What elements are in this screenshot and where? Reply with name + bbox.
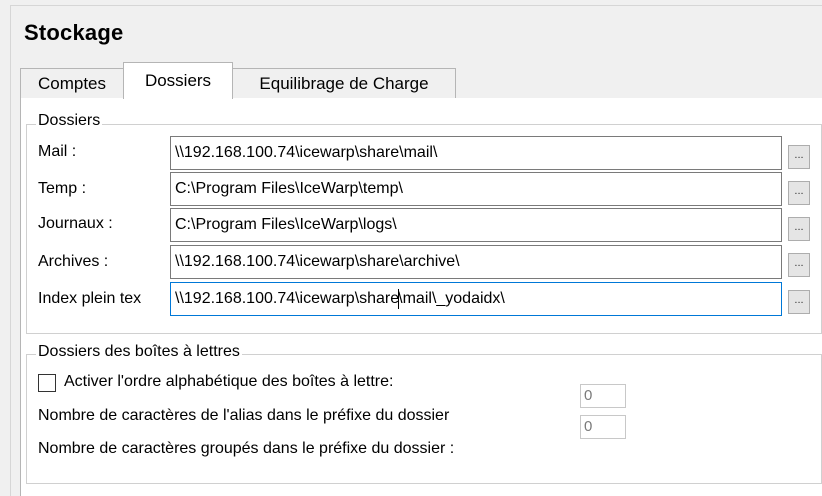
- window-frame-top: [10, 5, 822, 6]
- tab-dossiers[interactable]: Dossiers: [123, 62, 233, 99]
- grouped-chars-input[interactable]: 0: [580, 415, 626, 439]
- window-frame-left: [10, 5, 11, 496]
- page-title: Stockage: [24, 20, 124, 45]
- logs-path-input[interactable]: C:\Program Files\IceWarp\logs\: [170, 208, 782, 242]
- fulltext-index-path-browse-button[interactable]: ...: [788, 290, 810, 314]
- mail-path-input[interactable]: \\192.168.100.74\icewarp\share\mail\: [170, 136, 782, 170]
- archives-path-label: Archives :: [38, 253, 109, 270]
- archives-path-input[interactable]: \\192.168.100.74\icewarp\share\archive\: [170, 245, 782, 279]
- alias-chars-input[interactable]: 0: [580, 384, 626, 408]
- mail-path-browse-button[interactable]: ...: [788, 145, 810, 169]
- fulltext-index-path-text-end: \mail\_yodaidx\: [398, 290, 505, 307]
- fulltext-index-path-label: Index plein tex: [38, 290, 142, 307]
- alias-chars-label: Nombre de caractères de l'alias dans le …: [38, 407, 450, 424]
- alpha-order-checkbox[interactable]: [38, 374, 56, 392]
- temp-path-input[interactable]: C:\Program Files\IceWarp\temp\: [170, 172, 782, 206]
- archives-path-browse-button[interactable]: ...: [788, 253, 810, 277]
- fulltext-index-path-text-start: \\192.168.100.74\icewarp\share: [175, 290, 400, 307]
- fulltext-index-path-input[interactable]: \\192.168.100.74\icewarp\share\mail\_yod…: [170, 282, 782, 316]
- mailbox-folders-group-title: Dossiers des boîtes à lettres: [36, 343, 242, 361]
- folders-group-title: Dossiers: [36, 112, 103, 130]
- logs-path-browse-button[interactable]: ...: [788, 217, 810, 241]
- temp-path-browse-button[interactable]: ...: [788, 181, 810, 205]
- logs-path-label: Journaux :: [38, 215, 113, 232]
- grouped-chars-label: Nombre de caractères groupés dans le pré…: [38, 440, 455, 457]
- alpha-order-label: Activer l'ordre alphabétique des boîtes …: [64, 373, 394, 390]
- mail-path-label: Mail :: [38, 143, 77, 160]
- tab-equilibrage-de-charge[interactable]: Equilibrage de Charge: [232, 68, 456, 98]
- temp-path-label: Temp :: [38, 180, 87, 197]
- tab-comptes[interactable]: Comptes: [20, 68, 124, 98]
